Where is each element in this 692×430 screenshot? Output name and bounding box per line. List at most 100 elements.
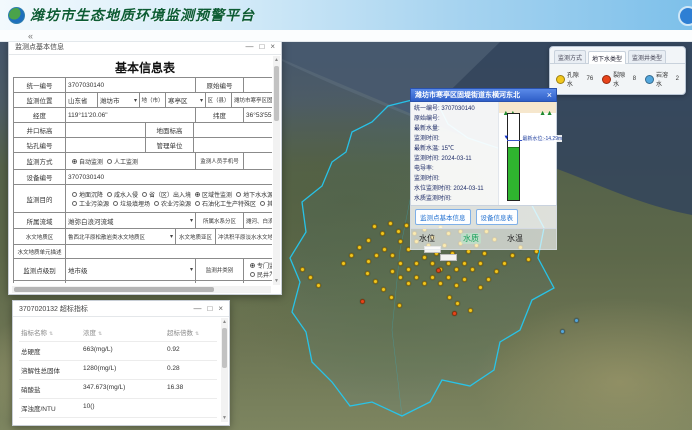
map-marker-yellow[interactable] bbox=[454, 283, 459, 288]
scroll-down-icon[interactable]: ▼ bbox=[221, 414, 228, 422]
map-marker-yellow[interactable] bbox=[414, 261, 419, 266]
vertical-scrollbar[interactable]: ▲ ▼ bbox=[221, 318, 228, 422]
map-marker-yellow[interactable] bbox=[422, 281, 427, 286]
map-marker-yellow[interactable] bbox=[462, 261, 467, 266]
map-marker-yellow[interactable] bbox=[470, 267, 475, 272]
user-avatar[interactable] bbox=[678, 6, 692, 26]
map-marker-yellow[interactable] bbox=[446, 261, 451, 266]
phone-field[interactable] bbox=[244, 153, 272, 170]
map-marker-blue[interactable] bbox=[560, 329, 565, 334]
minimize-icon[interactable]: — bbox=[193, 305, 201, 313]
map-marker-yellow[interactable] bbox=[372, 224, 377, 229]
map-marker-yellow[interactable] bbox=[502, 261, 507, 266]
map-marker-yellow[interactable] bbox=[494, 269, 499, 274]
map-marker-blue[interactable] bbox=[574, 318, 579, 323]
map-marker-yellow[interactable] bbox=[404, 223, 409, 228]
scroll-down-icon[interactable]: ▼ bbox=[273, 277, 280, 285]
sort-icon[interactable]: ⇅ bbox=[98, 331, 102, 337]
hydro-select[interactable]: 鲁西北平原松散岩类水文地质区▾ bbox=[66, 229, 176, 245]
horizontal-scrollbar[interactable] bbox=[12, 286, 271, 293]
map-marker-yellow[interactable] bbox=[390, 253, 395, 258]
map-marker-yellow[interactable] bbox=[389, 295, 394, 300]
legend-item-fissure-water[interactable]: 裂隙水 8 bbox=[602, 70, 636, 88]
map-marker-yellow[interactable] bbox=[349, 253, 354, 258]
map-marker-yellow[interactable] bbox=[462, 277, 467, 282]
map-marker-yellow[interactable] bbox=[398, 261, 403, 266]
point-level-select[interactable]: 地市级▾ bbox=[66, 259, 196, 281]
table-row[interactable]: 浑浊度/NTU 10() bbox=[19, 399, 217, 418]
map-marker-red[interactable] bbox=[452, 311, 457, 316]
unified-no-field[interactable]: 3707030140 bbox=[66, 78, 196, 93]
map-marker-yellow[interactable] bbox=[447, 295, 452, 300]
mgmt-unit-field[interactable] bbox=[194, 138, 272, 153]
map-marker-yellow[interactable] bbox=[388, 221, 393, 226]
radio-auto-monitor[interactable]: 自动监测 bbox=[68, 157, 103, 166]
scrollbar-thumb[interactable] bbox=[14, 287, 214, 292]
legend-tab-well-type[interactable]: 监测井类型 bbox=[628, 50, 666, 63]
sort-icon[interactable]: ⇅ bbox=[195, 331, 199, 337]
basic-info-button[interactable]: 监测点基本信息 bbox=[415, 209, 471, 225]
map-marker-yellow[interactable] bbox=[357, 245, 362, 250]
map-marker-yellow[interactable] bbox=[406, 267, 411, 272]
tab-water-temp[interactable]: 水温 bbox=[507, 233, 523, 244]
tab-water-level[interactable]: 水位 bbox=[419, 233, 435, 244]
map-marker-yellow[interactable] bbox=[406, 281, 411, 286]
col-indicator[interactable]: 指标名称⇅ bbox=[19, 323, 81, 341]
popup-titlebar[interactable]: 潍坊市寒亭区固堤街道东横河东北 × bbox=[410, 88, 557, 102]
hydrosub-select[interactable]: 冲洪积平原淡水水文地质亚区▾ bbox=[216, 229, 272, 245]
map-marker-yellow[interactable] bbox=[365, 271, 370, 276]
map-marker-yellow[interactable] bbox=[382, 247, 387, 252]
map-marker-yellow[interactable] bbox=[366, 238, 371, 243]
radio-well-special[interactable]: 专门监测孔 bbox=[246, 261, 272, 270]
restore-icon[interactable]: □ bbox=[207, 305, 212, 313]
scrollbar-thumb[interactable] bbox=[222, 328, 227, 368]
table-row[interactable]: 硝酸盐 347.673(mg/L) 16.38 bbox=[19, 380, 217, 399]
radio-purpose-6[interactable]: 工业污染源 bbox=[68, 199, 109, 208]
district-select[interactable]: 寒亭区▾ bbox=[166, 93, 206, 108]
map-marker-yellow[interactable] bbox=[316, 283, 321, 288]
address-field[interactable]: 潍坊市寒亭区固堤街道东横河东北 bbox=[232, 93, 272, 108]
aquifer-right-field[interactable] bbox=[244, 281, 272, 283]
sort-icon[interactable]: ⇅ bbox=[49, 331, 53, 337]
map-marker-yellow[interactable] bbox=[422, 255, 427, 260]
map-marker-yellow[interactable] bbox=[414, 275, 419, 280]
map-marker-yellow[interactable] bbox=[390, 269, 395, 274]
watersys-field[interactable]: 潍河、白浪河、弥河水系区 bbox=[244, 213, 272, 229]
vertical-scrollbar[interactable]: ▲ ▼ bbox=[273, 56, 280, 285]
map-marker-yellow[interactable] bbox=[397, 303, 402, 308]
map-marker-red[interactable] bbox=[360, 299, 365, 304]
close-icon[interactable]: × bbox=[218, 305, 223, 313]
col-exceed-ratio[interactable]: 超标倍数⇅ bbox=[165, 323, 213, 341]
legend-tab-groundwater-type[interactable]: 地下水类型 bbox=[588, 51, 626, 64]
map-marker-yellow[interactable] bbox=[396, 229, 401, 234]
radio-purpose-0[interactable]: 地面沉降 bbox=[68, 190, 103, 199]
map-marker-yellow[interactable] bbox=[468, 308, 473, 313]
scrollbar-thumb[interactable] bbox=[274, 66, 279, 121]
radio-purpose-4[interactable]: 地下水水源地 bbox=[232, 190, 272, 199]
map-marker-yellow[interactable] bbox=[308, 275, 313, 280]
map-marker-yellow[interactable] bbox=[526, 257, 531, 262]
map-marker-yellow[interactable] bbox=[510, 253, 515, 258]
radio-purpose-10[interactable]: 其他 () bbox=[256, 199, 272, 208]
original-no-field[interactable] bbox=[244, 78, 272, 93]
close-icon[interactable]: × bbox=[547, 90, 552, 100]
map-marker-yellow[interactable] bbox=[486, 277, 491, 282]
minimize-icon[interactable]: — bbox=[245, 43, 253, 51]
tab-water-quality[interactable]: 水质 bbox=[461, 233, 481, 244]
ground-elev-field[interactable] bbox=[194, 123, 272, 138]
radio-purpose-3[interactable]: 区域性监测 bbox=[191, 190, 232, 199]
scroll-up-icon[interactable]: ▲ bbox=[221, 318, 228, 326]
legend-tab-method[interactable]: 监测方式 bbox=[554, 50, 586, 63]
close-icon[interactable]: × bbox=[270, 43, 275, 51]
map-marker-yellow[interactable] bbox=[366, 259, 371, 264]
map-marker-yellow[interactable] bbox=[482, 251, 487, 256]
radio-purpose-7[interactable]: 垃圾填埋场 bbox=[109, 199, 150, 208]
hydro-desc-field[interactable] bbox=[66, 245, 272, 259]
map-marker-yellow[interactable] bbox=[478, 261, 483, 266]
radio-purpose-2[interactable]: 省（区）出入境 bbox=[138, 190, 191, 199]
map-marker-yellow[interactable] bbox=[454, 267, 459, 272]
legend-item-pore-water[interactable]: 孔隙水 76 bbox=[556, 70, 593, 88]
radio-well-civil[interactable]: 民井 bbox=[246, 270, 269, 279]
radio-purpose-8[interactable]: 农业污染源 bbox=[150, 199, 191, 208]
scroll-up-icon[interactable]: ▲ bbox=[273, 56, 280, 64]
